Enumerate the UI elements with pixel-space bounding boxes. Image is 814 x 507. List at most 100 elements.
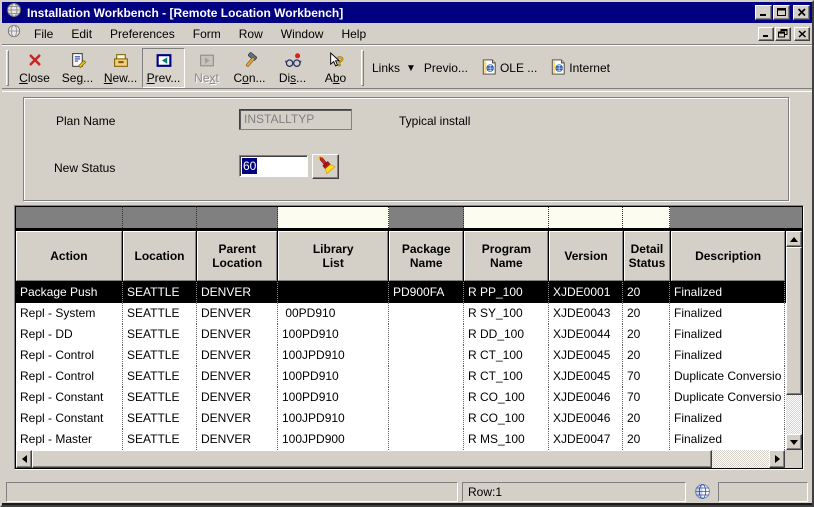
close-window-button[interactable] (793, 5, 810, 20)
qbe-cell-library-list[interactable] (278, 207, 389, 228)
vertical-scroll-track[interactable] (786, 395, 802, 434)
grid-cell: 20 (623, 429, 670, 450)
display-button[interactable]: Dis... (271, 48, 314, 88)
column-header-action[interactable]: Action (16, 231, 122, 281)
grid-cell: DENVER (197, 303, 278, 324)
column-header-parent-location[interactable]: Parent Location (197, 231, 277, 281)
new-status-field[interactable]: 60 (239, 155, 308, 177)
prev-button[interactable]: Prev... (142, 48, 185, 88)
grid-cell: XJDE0045 (549, 345, 623, 366)
mdi-system-globe-icon[interactable] (7, 24, 21, 43)
grid-row-6[interactable]: Repl - ConstantSEATTLEDENVER100JPD910R C… (16, 408, 786, 429)
column-header-detail-status[interactable]: Detail Status (624, 231, 671, 281)
mdi-restore-button[interactable] (775, 27, 791, 41)
scroll-up-button[interactable] (786, 231, 802, 247)
visual-assist-button[interactable] (312, 154, 339, 179)
menu-item-form[interactable]: Form (184, 25, 230, 43)
link-internet[interactable]: Internet (551, 59, 610, 78)
links-dropdown-icon[interactable]: ▼ (406, 63, 416, 74)
horizontal-scrollbar[interactable] (16, 450, 785, 468)
grid-cell: DENVER (197, 345, 278, 366)
menu-item-edit[interactable]: Edit (62, 25, 101, 43)
scrollbar-corner (785, 450, 802, 468)
horizontal-scroll-thumb[interactable] (32, 450, 712, 468)
scroll-down-button[interactable] (786, 434, 802, 450)
grid-cell: Finalized (670, 345, 785, 366)
horizontal-scroll-track[interactable] (712, 450, 769, 468)
grid-cell: 100JPD910 (278, 408, 389, 429)
new-button[interactable]: New... (99, 48, 142, 88)
glasses-icon (284, 52, 302, 72)
segments-button[interactable]: Seg... (56, 48, 99, 88)
grid-cell: 20 (623, 282, 670, 303)
grid-row-1[interactable]: Repl - SystemSEATTLEDENVER 00PD910R SY_1… (16, 303, 786, 324)
grid-cell (389, 345, 464, 366)
grid-cell: SEATTLE (123, 366, 197, 387)
column-header-library-list[interactable]: Library List (278, 231, 388, 281)
column-header-description[interactable]: Description (671, 231, 785, 281)
maximize-button[interactable] (773, 5, 790, 20)
detail-grid: ActionLocationParent LocationLibrary Lis… (14, 205, 804, 470)
selected-text: 60 (242, 158, 257, 174)
grid-cell: SEATTLE (123, 387, 197, 408)
about-button[interactable]: ? Abo (314, 48, 357, 88)
scroll-left-button[interactable] (16, 450, 32, 468)
menu-item-row[interactable]: Row (230, 25, 272, 43)
grid-cell: PD900FA (389, 282, 464, 303)
plan-description: Typical install (399, 114, 470, 128)
close-button[interactable]: Close (13, 48, 56, 88)
grid-cell: DENVER (197, 408, 278, 429)
grid-row-7[interactable]: Repl - MasterSEATTLEDENVER100JPD900R MS_… (16, 429, 786, 450)
grid-cell: 00PD910 (278, 303, 389, 324)
grid-row-3[interactable]: Repl - ControlSEATTLEDENVER100JPD910R CT… (16, 345, 786, 366)
grid-row-2[interactable]: Repl - DDSEATTLEDENVER100PD910R DD_100XJ… (16, 324, 786, 345)
grid-cell: Finalized (670, 324, 785, 345)
grid-cell: 100JPD910 (278, 345, 389, 366)
grid-cell: Repl - DD (16, 324, 123, 345)
grid-cell: DENVER (197, 324, 278, 345)
vertical-scroll-thumb[interactable] (786, 247, 802, 395)
qbe-cell-package-name (389, 207, 464, 228)
mdi-close-button[interactable] (794, 27, 810, 41)
grid-cell: 100PD910 (278, 387, 389, 408)
column-header-version[interactable]: Version (549, 231, 622, 281)
vertical-scrollbar[interactable] (786, 231, 802, 450)
status-row-indicator: Row:1 (462, 482, 686, 502)
column-header-location[interactable]: Location (123, 231, 196, 281)
grid-cell: R CT_100 (464, 366, 549, 387)
grid-row-0[interactable]: Package PushSEATTLEDENVERPD900FAR PP_100… (16, 282, 786, 303)
grid-cell: SEATTLE (123, 429, 197, 450)
menu-item-file[interactable]: File (25, 25, 62, 43)
configure-button[interactable]: Con... (228, 48, 271, 88)
toolbar-gripper-links[interactable] (361, 50, 364, 86)
grid-cell: 100JPD900 (278, 429, 389, 450)
grid-cell: XJDE0046 (549, 387, 623, 408)
mdi-minimize-button[interactable] (758, 27, 774, 41)
toolbar-gripper[interactable] (6, 50, 9, 86)
qbe-cell-version[interactable] (549, 207, 623, 228)
column-header-package-name[interactable]: Package Name (389, 231, 463, 281)
grid-cell: 70 (623, 387, 670, 408)
grid-cell (389, 324, 464, 345)
grid-cell (389, 429, 464, 450)
link-previous[interactable]: Previo... (424, 61, 468, 75)
close-icon (26, 52, 44, 72)
grid-cell: XJDE0044 (549, 324, 623, 345)
grid-cell: DENVER (197, 387, 278, 408)
grid-cell: Finalized (670, 408, 785, 429)
grid-cell: Duplicate Conversio (670, 387, 785, 408)
grid-cell: 20 (623, 303, 670, 324)
minimize-button[interactable] (755, 5, 772, 20)
grid-cell: DENVER (197, 282, 278, 303)
menu-item-help[interactable]: Help (332, 25, 375, 43)
link-ole[interactable]: OLE ... (482, 59, 537, 78)
qbe-cell-detail-status[interactable] (623, 207, 670, 228)
qbe-cell-program-name[interactable] (464, 207, 549, 228)
scroll-right-button[interactable] (769, 450, 785, 468)
grid-cell: XJDE0047 (549, 429, 623, 450)
grid-row-5[interactable]: Repl - ConstantSEATTLEDENVER100PD910R CO… (16, 387, 786, 408)
menu-item-preferences[interactable]: Preferences (101, 25, 184, 43)
column-header-program-name[interactable]: Program Name (464, 231, 548, 281)
menu-item-window[interactable]: Window (272, 25, 333, 43)
grid-row-4[interactable]: Repl - ControlSEATTLEDENVER100PD910R CT_… (16, 366, 786, 387)
